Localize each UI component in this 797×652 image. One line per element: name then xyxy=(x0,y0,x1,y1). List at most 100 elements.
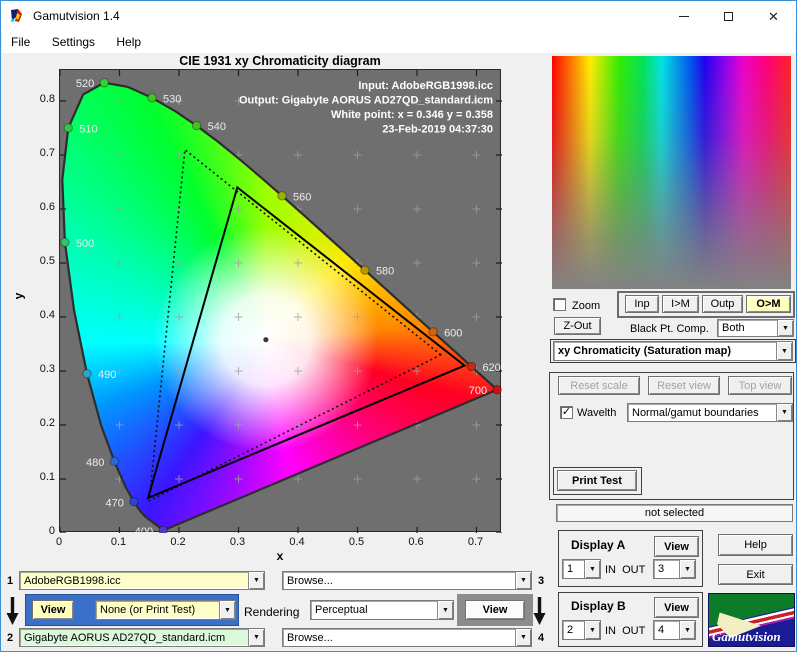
x-tick-0.5: 0.5 xyxy=(348,536,365,548)
y-tick-0.8: 0.8 xyxy=(39,93,55,105)
locus-point-530 xyxy=(147,93,157,103)
hue-saturation-pane xyxy=(552,56,791,289)
locus-point-510 xyxy=(63,123,73,133)
locus-label-520: 520 xyxy=(76,78,94,90)
locus-point-580 xyxy=(360,265,370,275)
menu-file[interactable]: File xyxy=(2,31,39,53)
zoom-checkbox-label: Zoom xyxy=(572,300,601,312)
window-title: Gamutvision 1.4 xyxy=(33,9,120,23)
plot-overlay: 400 470 480 490 500 510 520 530 540 560 580 600 620 7… xyxy=(60,70,502,533)
y-tick-0.1: 0.1 xyxy=(39,471,55,483)
dropdown-arrow-icon[interactable]: ▼ xyxy=(679,621,695,639)
display-a-in-select[interactable]: 1 ▼ xyxy=(562,559,601,579)
plot-annotation: Input: AdobeRGB1998.icc xyxy=(358,80,493,92)
inp-button[interactable]: Inp xyxy=(625,295,659,313)
view-right-button[interactable]: View xyxy=(465,600,525,620)
dropdown-arrow-icon[interactable]: ▼ xyxy=(248,572,264,589)
black-pt-comp-select[interactable]: Both ▼ xyxy=(717,319,794,337)
output-gamut-triangle xyxy=(146,185,467,500)
locus-label-540: 540 xyxy=(208,121,226,133)
test-pattern-select[interactable]: None (or Print Test) ▼ xyxy=(95,600,236,620)
y-tick-0: 0 xyxy=(48,525,55,537)
locus-label-490: 490 xyxy=(98,369,116,381)
exit-button[interactable]: Exit xyxy=(718,564,793,585)
app-window: Gamutvision 1.4 ✕ File Settings Help CIE… xyxy=(0,0,797,652)
slot-4-number: 4 xyxy=(538,632,545,644)
flow-down-arrow-right xyxy=(533,597,546,625)
grid-marks xyxy=(115,97,481,483)
x-tick-0.2: 0.2 xyxy=(170,536,186,548)
zoom-checkbox[interactable] xyxy=(553,298,566,311)
display-b-label: Display B xyxy=(571,599,626,613)
maximize-button[interactable] xyxy=(706,1,751,31)
wavelth-checkbox[interactable]: ✓ xyxy=(560,406,573,419)
maximize-icon xyxy=(724,11,733,21)
y-tick-0.4: 0.4 xyxy=(39,309,55,321)
chart-title: CIE 1931 xy Chromaticity diagram xyxy=(179,54,381,68)
locus-point-700 xyxy=(492,385,502,395)
reset-scale-button[interactable]: Reset scale xyxy=(558,376,640,395)
dropdown-arrow-icon[interactable]: ▼ xyxy=(584,560,600,578)
display-b-out-select[interactable]: 4 ▼ xyxy=(653,620,696,640)
locus-point-520 xyxy=(99,78,109,88)
title-bar: Gamutvision 1.4 ✕ xyxy=(1,1,796,31)
view-left-button[interactable]: View xyxy=(32,600,74,620)
black-pt-comp-value: Both xyxy=(722,322,745,334)
dropdown-arrow-icon[interactable]: ▼ xyxy=(437,601,453,619)
menu-bar: File Settings Help xyxy=(2,31,795,53)
view-mode-select[interactable]: xy Chromaticity (Saturation map) ▼ xyxy=(553,341,793,361)
minimize-button[interactable] xyxy=(661,1,706,31)
locus-point-500 xyxy=(60,237,70,247)
input-profile-select[interactable]: AdobeRGB1998.icc ▼ xyxy=(19,571,265,590)
display-a-out-value: 3 xyxy=(658,563,665,575)
print-test-button[interactable]: Print Test xyxy=(557,470,637,491)
axis-ticks xyxy=(60,70,502,533)
output-profile-select[interactable]: Gigabyte AORUS AD27QD_standard.icm ▼ xyxy=(19,628,265,647)
dropdown-arrow-icon[interactable]: ▼ xyxy=(679,560,695,578)
input-profile-value: AdobeRGB1998.icc xyxy=(24,574,121,587)
close-button[interactable]: ✕ xyxy=(751,1,796,31)
slot-2-number: 2 xyxy=(7,632,14,644)
white-point xyxy=(263,337,269,343)
outp-button[interactable]: Outp xyxy=(702,295,743,313)
dropdown-arrow-icon[interactable]: ▼ xyxy=(776,342,792,360)
menu-help[interactable]: Help xyxy=(107,31,150,53)
rendering-intent-select[interactable]: Perceptual ▼ xyxy=(310,600,454,620)
locus-label-500: 500 xyxy=(76,238,94,250)
top-view-button[interactable]: Top view xyxy=(728,376,792,395)
locus-point-490 xyxy=(82,369,92,379)
dropdown-arrow-icon[interactable]: ▼ xyxy=(584,621,600,639)
help-button[interactable]: Help xyxy=(718,534,793,556)
dropdown-arrow-icon[interactable]: ▼ xyxy=(515,629,531,646)
display-b-in-value: 2 xyxy=(567,624,574,636)
wave-mode-select[interactable]: Normal/gamut boundaries ▼ xyxy=(627,403,793,422)
browse-1-select[interactable]: Browse... ▼ xyxy=(282,571,532,590)
dropdown-arrow-icon[interactable]: ▼ xyxy=(777,320,793,336)
dropdown-arrow-icon[interactable]: ▼ xyxy=(219,601,235,619)
x-tick-0.7: 0.7 xyxy=(467,536,484,548)
locus-label-400: 400 xyxy=(135,526,153,533)
display-b-in-select[interactable]: 2 ▼ xyxy=(562,620,601,640)
dropdown-arrow-icon[interactable]: ▼ xyxy=(515,572,531,589)
rendering-intent-value: Perceptual xyxy=(315,604,368,616)
menu-settings[interactable]: Settings xyxy=(43,31,104,53)
dropdown-arrow-icon[interactable]: ▼ xyxy=(248,629,264,646)
i-to-m-button[interactable]: I>M xyxy=(662,295,699,313)
z-out-button[interactable]: Z-Out xyxy=(554,317,601,335)
reset-view-button[interactable]: Reset view xyxy=(648,376,720,395)
x-tick-0: 0 xyxy=(55,536,63,548)
display-a-out-select[interactable]: 3 ▼ xyxy=(653,559,696,579)
dropdown-arrow-icon[interactable]: ▼ xyxy=(776,404,792,421)
o-to-m-button[interactable]: O>M xyxy=(746,295,791,313)
locus-point-600 xyxy=(428,327,438,337)
close-icon: ✕ xyxy=(768,8,779,24)
status-field: not selected xyxy=(556,504,793,522)
x-tick-0.1: 0.1 xyxy=(110,536,127,548)
display-a-view-button[interactable]: View xyxy=(654,536,699,557)
slot-3-number: 3 xyxy=(538,575,545,587)
browse-2-select[interactable]: Browse... ▼ xyxy=(282,628,532,647)
chromaticity-plot[interactable]: 400 470 480 490 500 510 520 530 540 560 580 600 620 7… xyxy=(59,69,502,533)
y-axis-label: y xyxy=(11,292,26,300)
display-b-view-button[interactable]: View xyxy=(654,597,699,618)
rendering-label: Rendering xyxy=(244,605,300,619)
